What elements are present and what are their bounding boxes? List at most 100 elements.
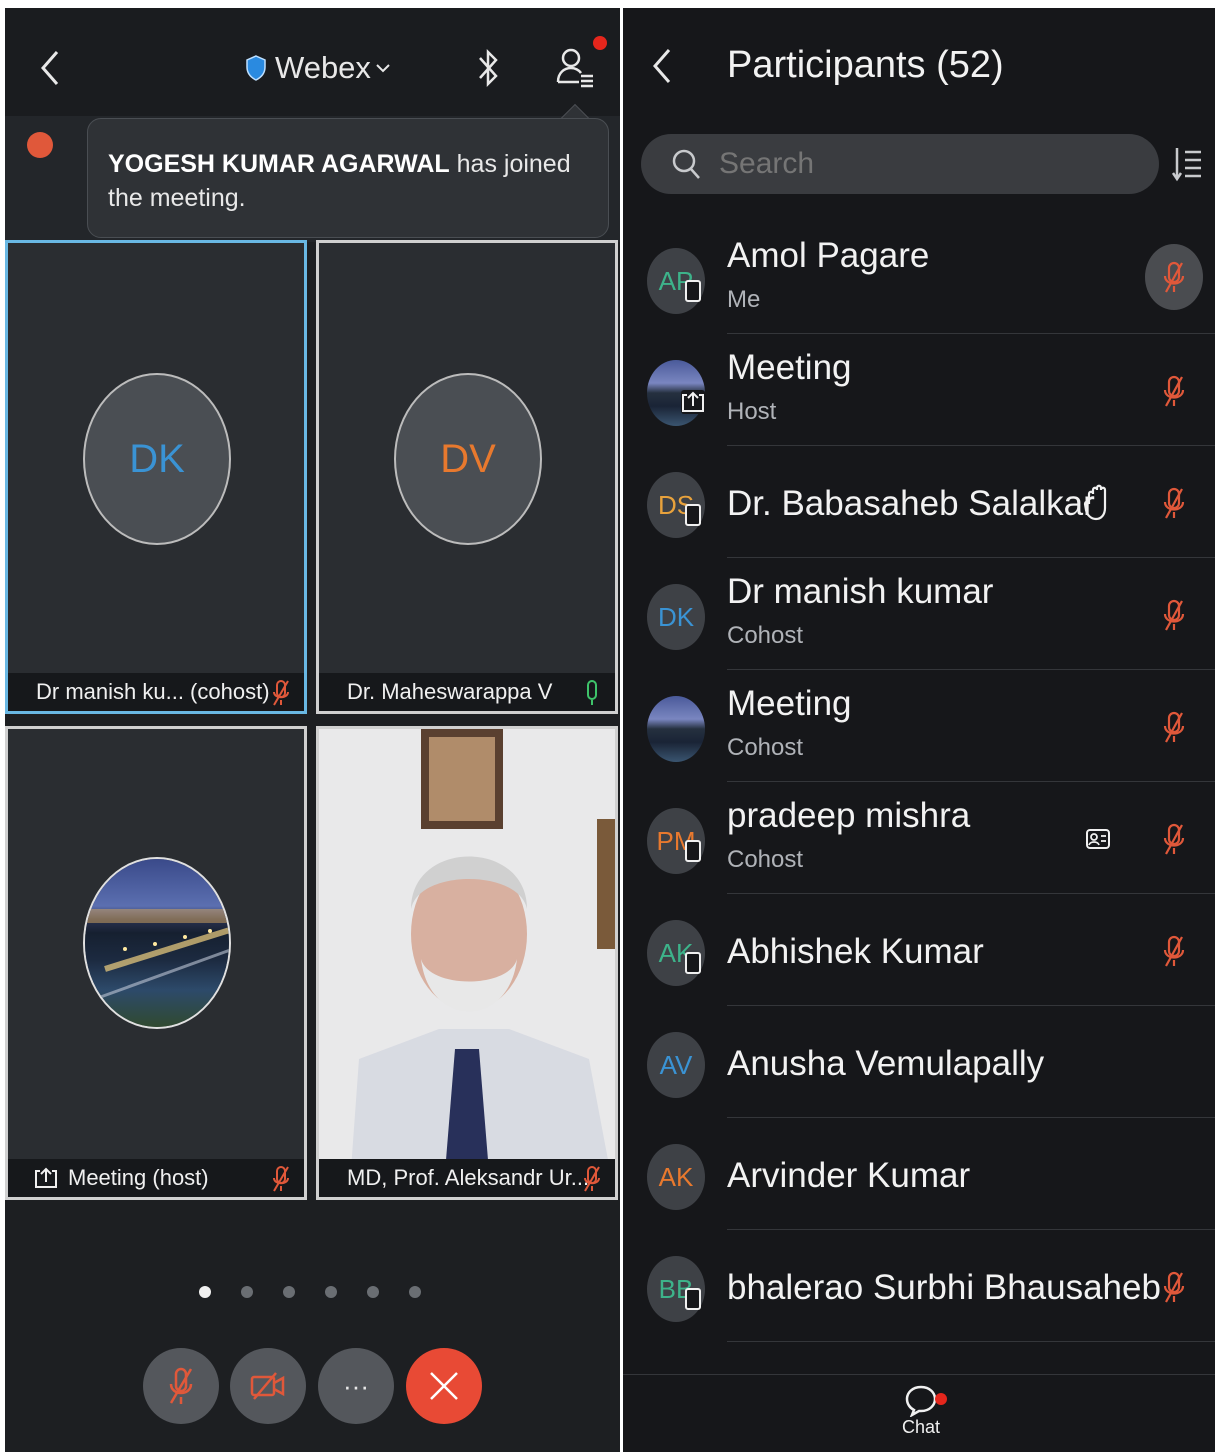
- share-screen-icon: [681, 390, 705, 414]
- avatar-initials: DK: [129, 436, 185, 481]
- screenshot-root: Webex YOGESH KUMAR AGARWAL has joined th…: [0, 0, 1215, 1452]
- participant-role: Host: [727, 398, 777, 425]
- tile-name-bar: Meeting (host): [8, 1159, 304, 1197]
- video-off-icon: [250, 1372, 285, 1400]
- chevron-down-icon: [376, 64, 390, 73]
- participant-row[interactable]: Meeting Host: [623, 334, 1215, 446]
- avatar: DV: [394, 373, 542, 545]
- tile-label: Meeting (host): [68, 1165, 209, 1190]
- participant-name: Dr manish kumar: [727, 572, 994, 611]
- page-dot[interactable]: [409, 1286, 421, 1298]
- mic-on-icon: [587, 680, 597, 705]
- id-card-icon: [1086, 829, 1110, 849]
- page-dot-active[interactable]: [199, 1286, 211, 1298]
- avatar: DK: [83, 373, 231, 545]
- video-button[interactable]: [230, 1348, 306, 1424]
- video-tile-dv[interactable]: DV Dr. Maheswarappa V: [316, 240, 618, 714]
- back-arrow-icon[interactable]: [35, 46, 65, 90]
- participants-list: AP Amol Pagare Me Meeting Host DS Dr. Babasahe…: [623, 222, 1215, 1342]
- participant-row[interactable]: AV Anusha Vemulapally: [623, 1006, 1215, 1118]
- mic-muted-icon: [584, 1166, 600, 1192]
- shield-icon: [246, 55, 266, 81]
- participant-row[interactable]: AK Abhishek Kumar: [623, 894, 1215, 1006]
- avatar-initials: AK: [658, 1161, 694, 1192]
- webex-brand-menu[interactable]: Webex: [245, 46, 391, 90]
- chat-button[interactable]: Chat: [895, 1383, 947, 1447]
- row-divider: [727, 1341, 1215, 1342]
- back-arrow-icon[interactable]: [649, 46, 675, 86]
- avatar: AK: [647, 1144, 705, 1210]
- meeting-view: Webex YOGESH KUMAR AGARWAL has joined th…: [5, 8, 620, 1452]
- mic-muted-icon: [1163, 487, 1185, 519]
- participant-row[interactable]: BB bhalerao Surbhi Bhausaheb: [623, 1230, 1215, 1342]
- tile-label: MD, Prof. Aleksandr Ur...: [347, 1165, 590, 1190]
- tile-name-bar: MD, Prof. Aleksandr Ur...: [319, 1159, 615, 1197]
- chat-notification-dot: [935, 1393, 947, 1405]
- raised-hand-icon: [1083, 484, 1107, 521]
- mic-muted-icon: [1163, 375, 1185, 407]
- leave-meeting-button[interactable]: [406, 1348, 482, 1424]
- participants-panel: Participants (52) APAmol PagareMeMeeting…: [623, 8, 1215, 1452]
- participant-role: Me: [727, 286, 761, 313]
- tile-label: Dr. Maheswarappa V: [347, 679, 553, 704]
- unmute-self-button[interactable]: [1145, 244, 1203, 310]
- avatar: DK: [647, 584, 705, 650]
- participant-name: Meeting: [727, 348, 852, 387]
- mic-muted-icon: [1163, 935, 1185, 967]
- mute-button[interactable]: [143, 1348, 219, 1424]
- mic-muted-icon: [1163, 599, 1185, 631]
- meeting-photo-avatar: [83, 857, 231, 1029]
- page-dot[interactable]: [241, 1286, 253, 1298]
- participant-role: Cohost: [727, 846, 804, 873]
- participant-row[interactable]: AP Amol Pagare Me: [623, 222, 1215, 334]
- more-options-button[interactable]: ···: [318, 1348, 394, 1424]
- search-input[interactable]: [719, 147, 1099, 181]
- participant-role: Cohost: [727, 622, 804, 649]
- participant-row[interactable]: Meeting Cohost: [623, 670, 1215, 782]
- page-dot[interactable]: [283, 1286, 295, 1298]
- participant-name: Abhishek Kumar: [727, 932, 984, 971]
- participant-row[interactable]: AK Arvinder Kumar: [623, 1118, 1215, 1230]
- video-tile-dk[interactable]: DK Dr manish ku... (cohost): [5, 240, 307, 714]
- mic-muted-icon: [1163, 1271, 1185, 1303]
- city-lights-graphic: [85, 909, 229, 1001]
- participant-row[interactable]: DK Dr manish kumar Cohost: [623, 558, 1215, 670]
- participants-icon[interactable]: [555, 44, 595, 90]
- tile-label: Dr manish ku... (cohost): [36, 679, 270, 704]
- page-indicator[interactable]: [199, 1286, 421, 1298]
- meeting-top-bar: Webex: [5, 8, 620, 116]
- close-icon: [430, 1372, 458, 1400]
- participant-name: Meeting: [727, 684, 852, 723]
- mobile-device-icon: [685, 280, 701, 302]
- person-video-graphic: [319, 729, 615, 1197]
- mobile-device-icon: [685, 840, 701, 862]
- page-dot[interactable]: [325, 1286, 337, 1298]
- mic-muted-icon: [1163, 261, 1185, 293]
- video-tile-aleksandr[interactable]: MD, Prof. Aleksandr Ur...: [316, 726, 618, 1200]
- mobile-device-icon: [685, 1288, 701, 1310]
- participant-row[interactable]: PM pradeep mishra Cohost: [623, 782, 1215, 894]
- participant-role: Cohost: [727, 734, 804, 761]
- participant-name: Anusha Vemulapally: [727, 1044, 1045, 1083]
- chat-label: Chat: [901, 1417, 941, 1437]
- notification-dot: [593, 36, 607, 50]
- muted-badge-icon: [27, 132, 53, 158]
- avatar: [647, 696, 705, 762]
- cityscape-photo: [85, 859, 229, 1027]
- video-feed: [319, 729, 615, 1197]
- bottom-bar: Chat: [623, 1374, 1215, 1452]
- page-dot[interactable]: [367, 1286, 379, 1298]
- app-name: Webex: [275, 50, 371, 85]
- mic-muted-icon: [273, 680, 289, 706]
- mic-muted-icon: [1163, 711, 1185, 743]
- chat-bubble-icon: [905, 1385, 937, 1417]
- bluetooth-icon[interactable]: [475, 46, 501, 90]
- participant-row[interactable]: DS Dr. Babasaheb Salalkar: [623, 446, 1215, 558]
- page-title: Participants (52): [727, 44, 1004, 86]
- sort-icon[interactable]: [1171, 146, 1203, 182]
- tile-name-bar: Dr manish ku... (cohost): [8, 673, 304, 711]
- search-icon: [672, 149, 700, 179]
- search-field[interactable]: [641, 134, 1159, 194]
- mobile-device-icon: [685, 504, 701, 526]
- video-tile-meeting-host[interactable]: Meeting (host): [5, 726, 307, 1200]
